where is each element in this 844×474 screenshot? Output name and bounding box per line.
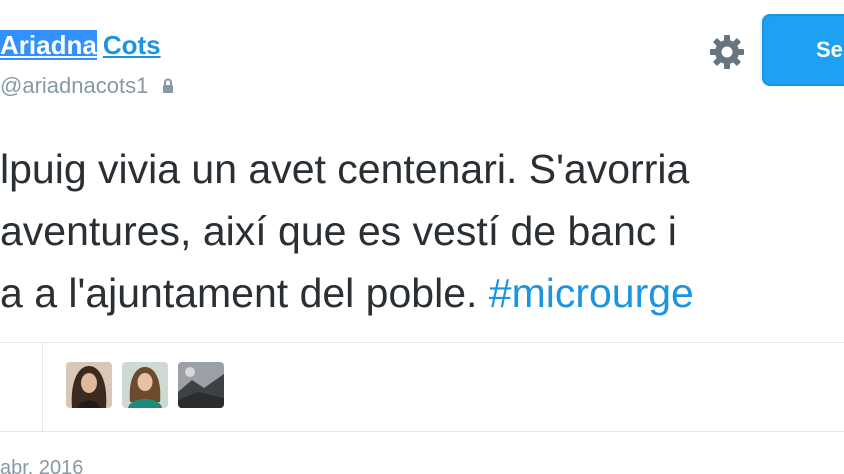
tweet-date[interactable]: abr. 2016 — [0, 456, 83, 474]
divider-top — [0, 342, 844, 343]
tweet-line-2: aventures, així que es vestí de banc i — [0, 208, 677, 254]
tweet-page: Ariadna Cots @ariadnacots1 Se lpuig vivia… — [0, 0, 844, 474]
divider-bottom — [0, 431, 844, 432]
display-name-last[interactable]: Cots — [103, 30, 161, 60]
follow-button[interactable]: Se — [762, 14, 844, 86]
tweet-text: lpuig vivia un avet centenari. S'avorria… — [0, 138, 844, 324]
tweet-line-1: lpuig vivia un avet centenari. S'avorria — [0, 146, 690, 192]
lock-icon — [162, 74, 174, 93]
display-name-first[interactable]: Ariadna — [0, 30, 97, 60]
display-name[interactable]: Ariadna Cots — [0, 28, 161, 62]
tweet-line-3-text: a a l'ajuntament del poble. — [0, 270, 489, 316]
liker-avatar-3[interactable] — [178, 362, 224, 408]
user-handle[interactable]: @ariadnacots1 — [0, 73, 174, 99]
liker-avatar-2[interactable] — [122, 362, 168, 408]
gear-icon[interactable] — [707, 32, 747, 72]
liker-avatar-1[interactable] — [66, 362, 112, 408]
tweet-line-3: a a l'ajuntament del poble. #microurge — [0, 262, 844, 324]
hashtag-link[interactable]: #microurge — [489, 270, 694, 316]
handle-text[interactable]: @ariadnacots1 — [0, 73, 148, 98]
stats-divider — [42, 343, 43, 431]
